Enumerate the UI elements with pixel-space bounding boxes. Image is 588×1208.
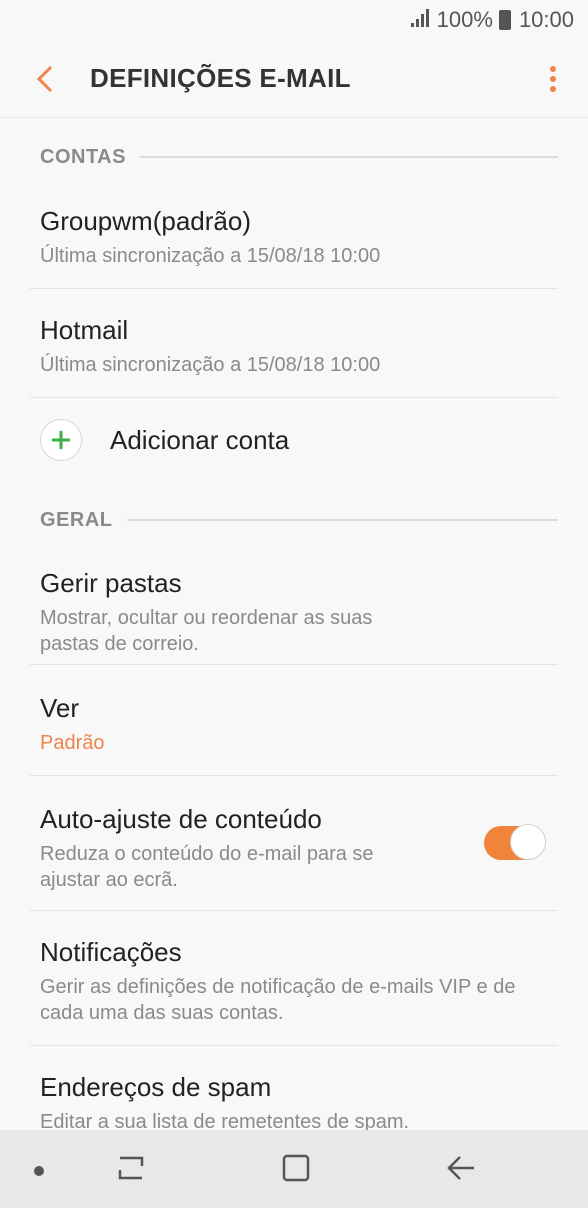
toggle-knob — [510, 824, 546, 860]
item-title: Auto-ajuste de conteúdo — [40, 804, 322, 834]
auto-fit-content-item[interactable]: Auto-ajuste de conteúdo Reduza o conteúd… — [0, 776, 588, 910]
battery-icon — [498, 10, 511, 30]
battery-percent: 100% — [436, 7, 493, 32]
item-subtitle: Reduza o conteúdo do e-mail para se ajus… — [40, 843, 374, 891]
account-sync-status: Última sincronização a 15/08/18 10:00 — [40, 245, 381, 267]
auto-fit-toggle[interactable] — [484, 824, 546, 860]
item-subtitle: Editar a sua lista de remetentes de spam… — [40, 1111, 410, 1130]
account-sync-status: Última sincronização a 15/08/18 10:00 — [40, 354, 381, 376]
section-header-accounts: CONTAS — [0, 118, 588, 196]
manage-folders-item[interactable]: Gerir pastas Mostrar, ocultar ou reorden… — [0, 558, 588, 664]
view-item[interactable]: Ver Padrão — [0, 665, 588, 775]
plus-icon — [40, 419, 82, 461]
page-title: DEFINIÇÕES E-MAIL — [90, 63, 351, 93]
item-subtitle: Mostrar, ocultar ou reordenar as suas pa… — [40, 607, 373, 655]
account-item-groupwm[interactable]: Groupwm(padrão) Última sincronização a 1… — [0, 196, 588, 288]
signal-icon — [410, 7, 431, 33]
account-title: Groupwm(padrão) — [40, 206, 251, 236]
view-value: Padrão — [40, 732, 105, 754]
item-title: Gerir pastas — [40, 568, 182, 598]
clock: 10:00 — [518, 7, 574, 32]
section-header-general: GERAL — [0, 482, 588, 558]
more-vert-icon[interactable] — [518, 40, 588, 118]
account-title: Hotmail — [40, 315, 129, 345]
item-title: Endereços de spam — [40, 1072, 272, 1102]
settings-list: CONTAS Groupwm(padrão) Última sincroniza… — [0, 118, 588, 1130]
app-bar: DEFINIÇÕES E-MAIL — [0, 40, 588, 118]
status-bar: 100% 10:00 — [0, 0, 588, 40]
section-divider — [126, 519, 558, 521]
item-title: Notificações — [40, 937, 182, 967]
back-arrow-icon[interactable] — [0, 40, 90, 118]
item-subtitle: Gerir as definições de notificação de e-… — [40, 976, 516, 1024]
add-account-label: Adicionar conta — [110, 424, 290, 455]
section-divider — [139, 156, 558, 158]
navigation-bar — [0, 1130, 588, 1208]
account-item-hotmail[interactable]: Hotmail Última sincronização a 15/08/18 … — [0, 289, 588, 397]
spam-addresses-item[interactable]: Endereços de spam Editar a sua lista de … — [0, 1046, 588, 1130]
notifications-item[interactable]: Notificações Gerir as definições de noti… — [0, 911, 588, 1045]
add-account-button[interactable]: Adicionar conta — [0, 398, 588, 482]
dot-icon[interactable] — [34, 1166, 44, 1176]
nav-back-icon[interactable] — [446, 1154, 476, 1187]
recent-apps-icon[interactable] — [116, 1154, 146, 1187]
section-label: GERAL — [40, 508, 113, 531]
item-title: Ver — [40, 693, 80, 723]
section-label: CONTAS — [40, 145, 126, 168]
home-icon[interactable] — [282, 1154, 310, 1187]
